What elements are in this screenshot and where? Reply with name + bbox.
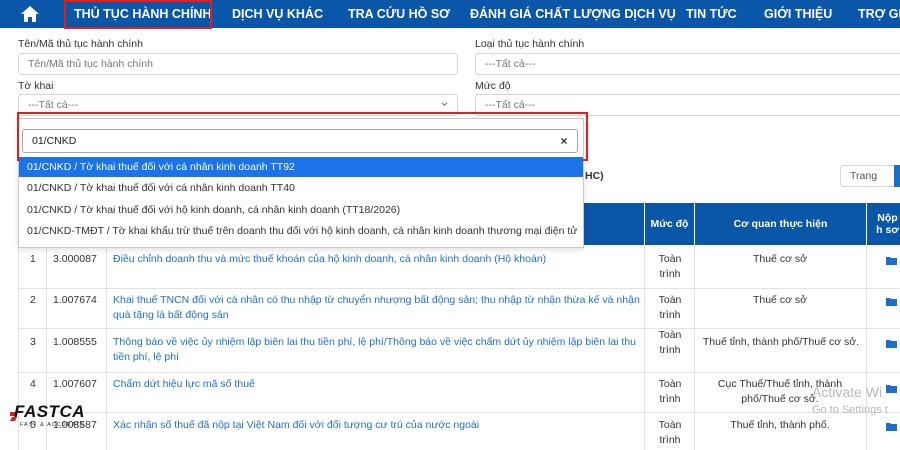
nav-tra-cuu-ho-so[interactable]: TRA CỨU HỒ SƠ (348, 0, 450, 28)
dropdown-option[interactable]: 01/CNKD / Tờ khai thuế đối với cá nhân k… (19, 157, 583, 177)
row-stt: 2 (30, 294, 36, 306)
activate-windows-watermark: Activate Wi (812, 384, 883, 400)
row-ma: 3.000087 (53, 253, 97, 265)
row-muc-do: Toàn trình (658, 419, 682, 446)
nav-dich-vu-khac[interactable]: DỊCH VỤ KHÁC (232, 0, 323, 28)
to-khai-select-value: ---Tất cả--- (28, 99, 79, 111)
folder-icon[interactable] (886, 256, 897, 265)
row-co-quan: Thuế tỉnh, thành phố/Thuế cơ sở. (702, 336, 860, 348)
chevron-down-icon (441, 102, 448, 107)
loai-thu-tuc-label: Loại thủ tục hành chính (475, 38, 585, 50)
dropdown-option[interactable]: 01/CNKD / Tờ khai thuế đối với cá nhân k… (19, 178, 583, 198)
row-co-quan: Thuế cơ sở (752, 253, 808, 265)
row-procedure-link[interactable]: Xác nhận số thuế đã nộp tại Việt Nam đối… (113, 418, 638, 433)
folder-icon[interactable] (886, 339, 897, 348)
search-highlight-box (17, 112, 588, 161)
fastca-logo-tagline: FAST & ACCURATE (20, 422, 85, 428)
loai-thu-tuc-select[interactable]: ---Tất cả--- (475, 53, 900, 75)
row-muc-do: Toàn trình (658, 378, 682, 405)
page-select-button[interactable] (894, 165, 900, 187)
dropdown-option[interactable]: 01/CNKD-TMĐT / Tờ khai khấu trừ thuế trê… (19, 221, 583, 241)
folder-icon[interactable] (886, 422, 897, 431)
header-muc-do: Mức độ (644, 203, 694, 245)
dropdown-option[interactable]: 01/CNKD / Tờ khai thuế đối với hộ kinh d… (19, 200, 583, 220)
nav-danh-gia-chat-luong[interactable]: ĐÁNH GIÁ CHẤT LƯỢNG DỊCH VỤ (470, 0, 676, 28)
nav-tin-tuc[interactable]: TIN TỨC (686, 0, 737, 28)
page-select[interactable]: Trang (840, 165, 896, 187)
folder-icon[interactable] (886, 297, 897, 306)
row-divider (18, 372, 900, 373)
row-co-quan: Thuế tỉnh, thành phố. (730, 419, 830, 431)
col-divider (694, 245, 695, 450)
row-stt: 1 (30, 253, 36, 265)
row-divider (18, 412, 900, 413)
ten-ma-input[interactable]: Tên/Mã thủ tục hành chính (18, 53, 458, 75)
row-divider (18, 288, 900, 289)
folder-icon[interactable] (886, 384, 897, 393)
row-stt: 3 (30, 336, 36, 348)
nav-highlight-box (64, 0, 212, 29)
row-co-quan: Thuế cơ sở (752, 294, 808, 306)
result-heading-tail: HC) (585, 170, 604, 182)
header-nop-ho-so: Nộp h sơ (866, 203, 900, 245)
row-ma: 1.007674 (53, 294, 97, 306)
row-procedure-link[interactable]: Điều chỉnh doanh thu và mức thuế khoán c… (113, 252, 638, 267)
row-stt: 4 (30, 378, 36, 390)
nav-tro-giup[interactable]: TRỢ GIÚ (858, 0, 900, 28)
row-procedure-link[interactable]: Khai thuế TNCN đối với cá nhân có thu nh… (113, 293, 643, 323)
to-khai-label: Tờ khai (18, 80, 54, 92)
header-co-quan: Cơ quan thực hiện (694, 203, 866, 245)
row-procedure-link[interactable]: Chấm dứt hiệu lực mã số thuế (113, 377, 638, 392)
fastca-logo: FASTCA (14, 402, 85, 421)
activate-windows-hint: Go to Settings t (812, 404, 888, 416)
col-divider (866, 245, 867, 450)
row-muc-do: Toàn trình (658, 329, 682, 356)
row-procedure-link[interactable]: Thông báo về việc ủy nhiệm lập biên lai … (113, 335, 638, 365)
row-ma: 1.007607 (53, 378, 97, 390)
ten-ma-label: Tên/Mã thủ tục hành chính (18, 38, 143, 50)
row-muc-do: Toàn trình (658, 294, 682, 321)
nav-gioi-thieu[interactable]: GIỚI THIỆU (764, 0, 832, 28)
row-ma: 1.008555 (53, 336, 97, 348)
muc-do-label: Mức độ (475, 80, 511, 92)
row-divider (18, 328, 900, 329)
col-divider (644, 245, 645, 450)
home-icon[interactable] (18, 4, 42, 24)
row-muc-do: Toàn trình (658, 253, 682, 280)
